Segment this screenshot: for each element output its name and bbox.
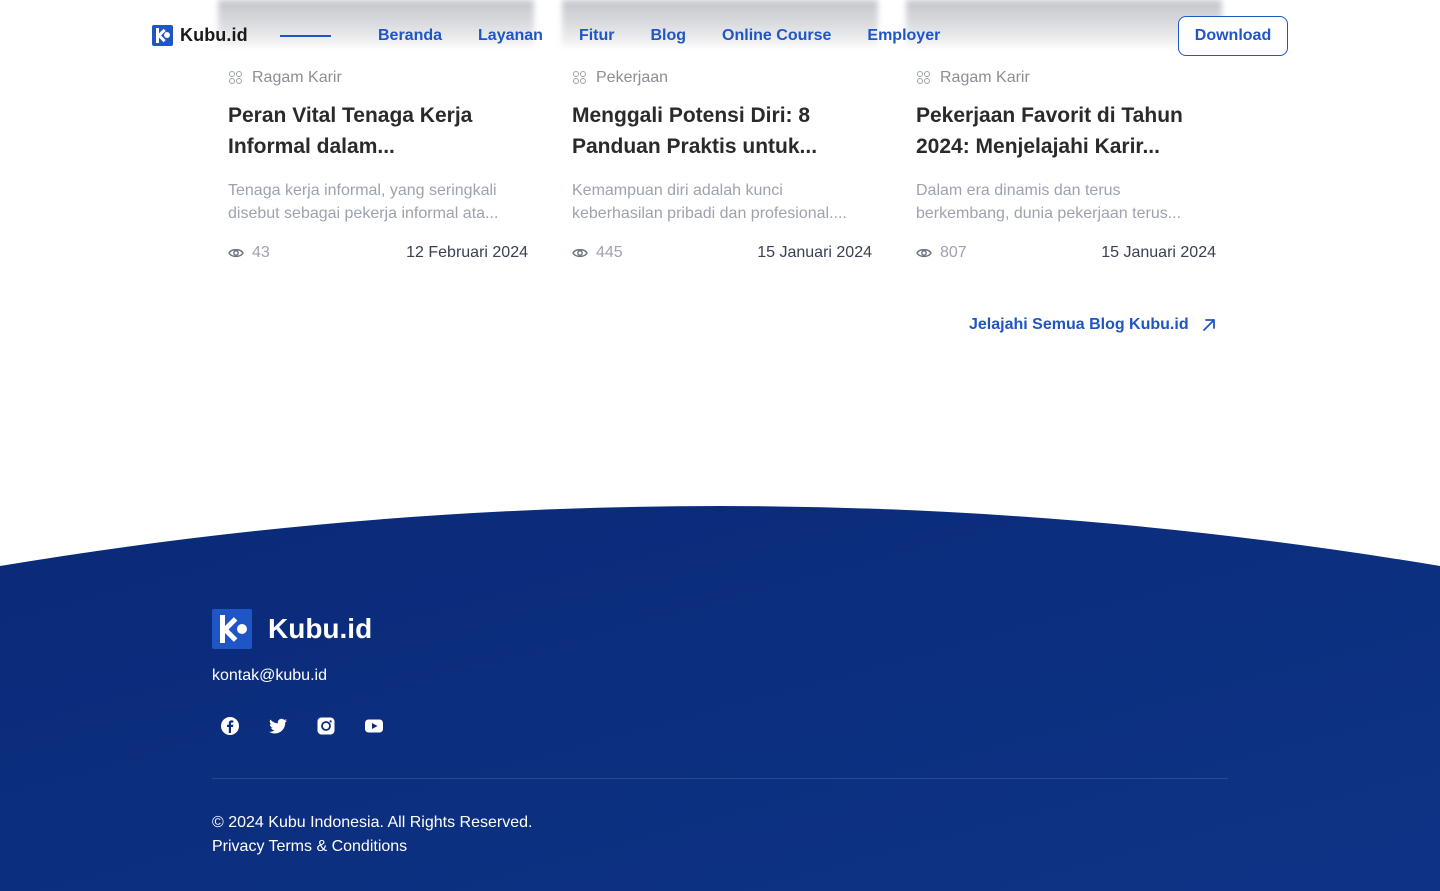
card-title[interactable]: Pekerjaan Favorit di Tahun 2024: Menjela… <box>916 100 1216 162</box>
view-count: 445 <box>572 244 623 262</box>
footer-logo[interactable]: Kubu.id <box>212 609 372 649</box>
card-date: 15 Januari 2024 <box>1101 244 1216 261</box>
header-logo[interactable]: Kubu.id <box>152 25 248 46</box>
copyright-text: © 2024 Kubu Indonesia. All Rights Reserv… <box>212 814 533 831</box>
twitter-icon[interactable] <box>268 716 288 736</box>
category-label: Ragam Karir <box>940 69 1030 86</box>
view-count: 807 <box>916 244 967 262</box>
social-links <box>220 716 384 736</box>
card-date: 12 Februari 2024 <box>406 244 528 261</box>
category-icon <box>916 70 932 86</box>
card-excerpt: Dalam era dinamis dan terus berkembang, … <box>916 182 1182 222</box>
card-date: 15 Januari 2024 <box>757 244 872 261</box>
card-title[interactable]: Menggali Potensi Diri: 8 Panduan Praktis… <box>572 100 872 162</box>
facebook-icon[interactable] <box>220 716 240 736</box>
nav-decorative-line <box>280 35 331 37</box>
blog-card[interactable]: Ragam Karir Peran Vital Tenaga Kerja Inf… <box>228 66 528 265</box>
eye-icon <box>572 248 588 258</box>
card-meta: 43 12 Februari 2024 <box>228 241 528 265</box>
footer-email[interactable]: kontak@kubu.id <box>212 667 327 685</box>
top-navbar: Kubu.id Beranda Layanan Fitur Blog Onlin… <box>0 0 1440 72</box>
footer-legal-links: Privacy Terms & Conditions <box>212 837 407 857</box>
kubu-logo-icon <box>212 609 252 649</box>
card-category: Ragam Karir <box>916 66 1216 90</box>
view-count-value: 43 <box>252 244 270 261</box>
explore-all-blog-link[interactable]: Jelajahi Semua Blog Kubu.id <box>969 316 1217 334</box>
card-meta: 445 15 Januari 2024 <box>572 241 872 265</box>
card-category: Pekerjaan <box>572 66 872 90</box>
category-icon <box>228 70 244 86</box>
nav-link-blog[interactable]: Blog <box>651 26 687 46</box>
view-count-value: 445 <box>596 244 623 261</box>
footer-divider <box>212 778 1228 779</box>
nav-link-beranda[interactable]: Beranda <box>378 26 442 46</box>
kubu-logo-icon <box>152 25 173 46</box>
privacy-link[interactable]: Privacy <box>212 837 264 857</box>
card-meta: 807 15 Januari 2024 <box>916 241 1216 265</box>
main-nav: Beranda Layanan Fitur Blog Online Course… <box>378 26 976 46</box>
terms-link[interactable]: Terms & Conditions <box>268 837 407 857</box>
view-count: 43 <box>228 244 270 262</box>
header-logo-text: Kubu.id <box>180 25 248 45</box>
blog-card[interactable]: Pekerjaan Menggali Potensi Diri: 8 Pandu… <box>572 66 872 265</box>
card-title[interactable]: Peran Vital Tenaga Kerja Informal dalam.… <box>228 100 528 162</box>
blog-card[interactable]: Ragam Karir Pekerjaan Favorit di Tahun 2… <box>916 66 1216 265</box>
category-icon <box>572 70 588 86</box>
eye-icon <box>228 248 244 258</box>
arrow-up-right-icon <box>1202 319 1215 331</box>
explore-all-blog-label: Jelajahi Semua Blog Kubu.id <box>969 316 1189 333</box>
card-excerpt: Tenaga kerja informal, yang seringkali d… <box>228 182 499 222</box>
footer-logo-text: Kubu.id <box>268 613 373 644</box>
category-label: Ragam Karir <box>252 69 342 86</box>
card-category: Ragam Karir <box>228 66 528 90</box>
nav-link-employer[interactable]: Employer <box>867 26 940 46</box>
view-count-value: 807 <box>940 244 967 261</box>
site-footer: Kubu.id kontak@kubu.id © 2024 Kubu Indon… <box>0 506 1440 891</box>
nav-link-layanan[interactable]: Layanan <box>478 26 543 46</box>
category-label: Pekerjaan <box>596 69 669 86</box>
nav-link-online-course[interactable]: Online Course <box>722 26 831 46</box>
instagram-icon[interactable] <box>316 716 336 736</box>
download-button[interactable]: Download <box>1178 16 1288 56</box>
card-excerpt: Kemampuan diri adalah kunci keberhasilan… <box>572 182 847 222</box>
nav-link-fitur[interactable]: Fitur <box>579 26 615 46</box>
footer-wave-background <box>0 506 1440 891</box>
youtube-icon[interactable] <box>364 716 384 736</box>
eye-icon <box>916 248 932 258</box>
